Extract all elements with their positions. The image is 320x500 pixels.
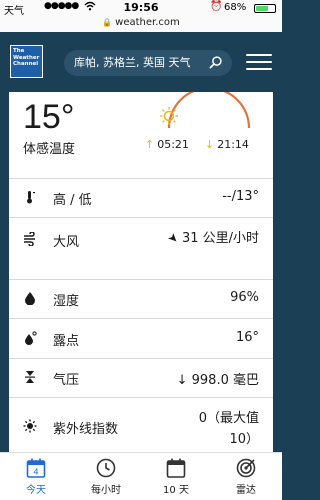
search-icon[interactable] — [209, 56, 222, 69]
weather-channel-logo[interactable]: The Weather Channel — [9, 44, 44, 79]
detail-row-wind: 大风 ➤ 31 公里/小时 — [9, 229, 273, 279]
detail-label: 气压 — [53, 373, 80, 388]
wind-direction-icon: ➤ — [164, 229, 182, 247]
hamburger-menu-button[interactable] — [246, 54, 272, 72]
clock-icon — [96, 458, 116, 478]
detail-value: 31 公里/小时 — [181, 231, 259, 246]
sun-arc-graphic — [160, 92, 251, 129]
detail-value: 16° — [235, 330, 259, 345]
divider — [9, 397, 273, 398]
bottom-navigation: 4 今天 每小时 10 天 雷达 — [0, 452, 282, 500]
detail-value: --/13° — [222, 189, 259, 204]
url-bar[interactable]: 🔒 weather.com — [0, 16, 282, 32]
divider — [9, 358, 273, 359]
current-temperature: 15° — [23, 98, 75, 136]
current-conditions-card: 15° 体感温度 ↑ 05:21 ↓ 21:14 高 / 低 --/13° 大风 ➤… — [9, 92, 273, 452]
nav-tab-10-day[interactable]: 10 天 — [141, 457, 211, 496]
battery-percentage: 68% — [224, 2, 247, 13]
logo-text: The Weather Channel — [11, 46, 42, 77]
lock-icon: 🔒 — [102, 18, 113, 27]
nav-tab-today[interactable]: 4 今天 — [1, 457, 71, 496]
pressure-icon — [25, 371, 35, 383]
divider — [9, 217, 273, 218]
detail-row-humidity: 湿度 96% — [9, 290, 273, 318]
sunset-time: ↓ 21:14 — [205, 138, 249, 151]
detail-label: 紫外线指数 — [53, 422, 119, 437]
detail-label: 露点 — [53, 334, 80, 349]
calendar-today-icon: 4 — [26, 458, 46, 478]
detail-value: 998.0 毫巴 — [191, 373, 259, 388]
detail-value: 96% — [230, 290, 259, 305]
url-text: weather.com — [115, 17, 180, 28]
radar-icon — [236, 458, 256, 478]
sunset-arrow-icon: ↓ — [205, 138, 215, 151]
sunrise-arrow-icon: ↑ — [145, 138, 155, 151]
divider — [9, 318, 273, 319]
humidity-icon — [25, 292, 35, 305]
divider — [9, 279, 273, 280]
feels-like-label: 体感温度 — [23, 142, 76, 157]
detail-value-wrap: ↓ 998.0 毫巴 — [177, 369, 259, 388]
thermometer-icon — [27, 191, 35, 204]
nav-tab-radar[interactable]: 雷达 — [211, 457, 281, 496]
nav-label: 雷达 — [236, 485, 256, 496]
calendar-day-badge: 4 — [33, 468, 38, 477]
location-search-input[interactable]: 库帕, 苏格兰, 英国 天气 — [64, 50, 232, 76]
pressure-trend-icon: ↓ — [176, 373, 188, 388]
divider — [9, 178, 273, 179]
alarm-icon: ⏰ — [210, 1, 223, 12]
sunrise-time: ↑ 05:21 — [145, 138, 189, 151]
battery-icon — [254, 4, 276, 13]
battery-fill — [256, 6, 269, 11]
detail-value: 0（最大值 10） — [198, 411, 259, 447]
detail-row-pressure: 气压 ↓ 998.0 毫巴 — [9, 369, 273, 397]
nav-label: 每小时 — [91, 485, 121, 496]
detail-row-dewpoint: 露点 16° — [9, 330, 273, 358]
uv-icon — [23, 419, 37, 433]
nav-label: 今天 — [26, 485, 46, 496]
detail-row-uv-index: 紫外线指数 0（最大值 10） — [9, 408, 273, 452]
dewpoint-icon — [25, 331, 37, 345]
nav-label: 10 天 — [163, 485, 189, 496]
detail-label: 高 / 低 — [53, 193, 92, 208]
status-bar: 天气 ●●●●● 19:56 ⏰ 68% — [0, 0, 282, 17]
detail-value-wrap: ➤ 31 公里/小时 — [159, 229, 259, 248]
nav-tab-hourly[interactable]: 每小时 — [71, 457, 141, 496]
site-header: The Weather Channel 库帕, 苏格兰, 英国 天气 — [0, 32, 282, 92]
calendar-icon — [166, 458, 186, 478]
wind-icon — [24, 232, 35, 246]
detail-row-high-low: 高 / 低 --/13° — [9, 189, 273, 217]
search-location-text: 库帕, 苏格兰, 英国 天气 — [74, 56, 191, 69]
detail-label: 湿度 — [53, 294, 80, 309]
detail-label: 大风 — [53, 235, 80, 250]
